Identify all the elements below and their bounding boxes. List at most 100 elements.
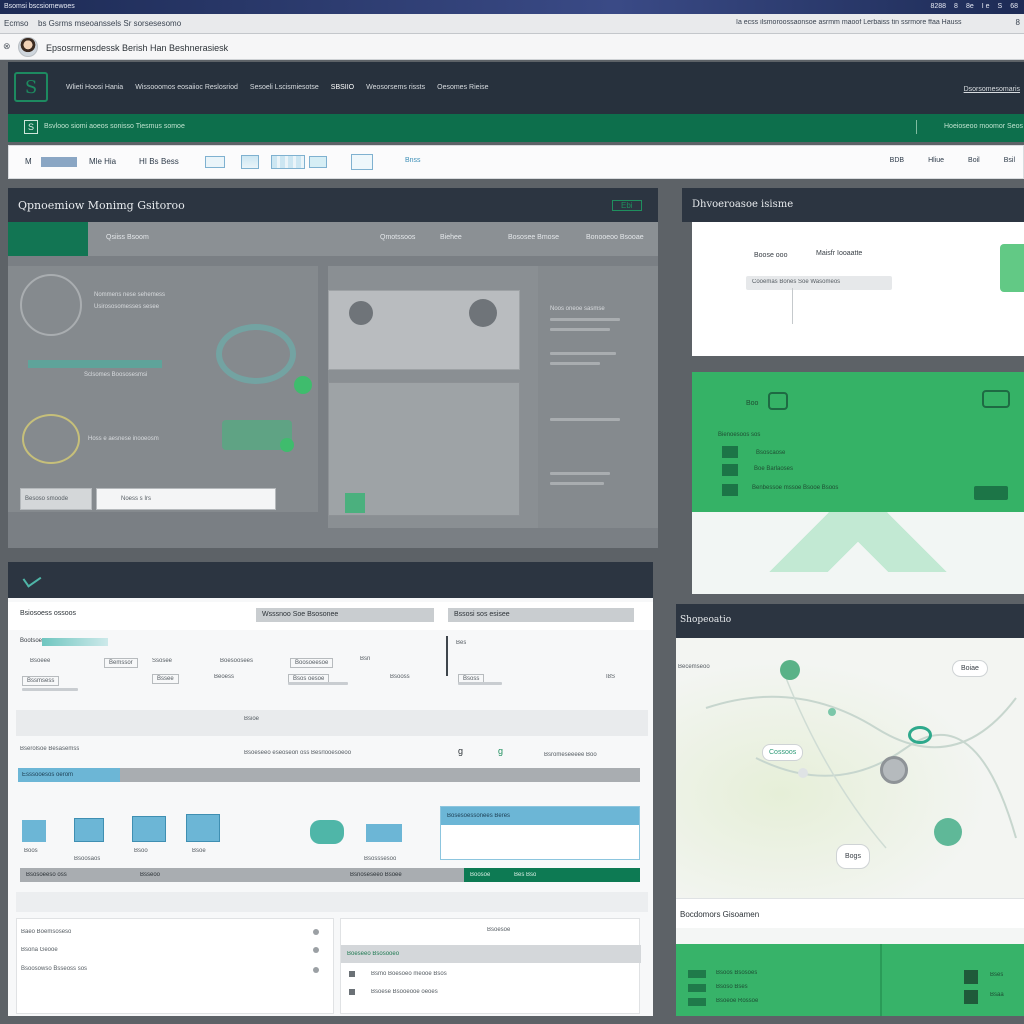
table-mid-icon[interactable]: g: [458, 746, 463, 756]
bottom-left-card: Baeo Boemsoseso Bsona Geooe Bsoosowso Bs…: [16, 918, 334, 1014]
os-indicator[interactable]: I e: [982, 3, 990, 10]
green-panel-icon[interactable]: [982, 390, 1010, 408]
toolbar-right-item[interactable]: Bsil: [1004, 157, 1015, 164]
monitor-input-left[interactable]: Besoso smoode: [20, 488, 92, 510]
table-tab[interactable]: Bes Bso: [514, 872, 536, 878]
monitor-card[interactable]: [328, 382, 520, 516]
table-tab[interactable]: Bsnoseseeo Bsoee: [350, 872, 402, 878]
gauge-icon[interactable]: [20, 274, 82, 336]
toolbar-item[interactable]: HI Bs: [139, 157, 159, 166]
toolbar-item[interactable]: Bnss: [405, 157, 421, 164]
green-panel-row-icon[interactable]: [722, 484, 738, 496]
tab-label[interactable]: Ecmso: [4, 19, 28, 28]
map-green-square-icon[interactable]: [964, 970, 978, 984]
map-pill[interactable]: Cossoos: [762, 744, 804, 761]
monitor-tab[interactable]: Bososee Bmose: [508, 234, 559, 241]
nav-item[interactable]: Wlieti Hoosi Hania: [66, 84, 123, 91]
card-icon[interactable]: [366, 824, 402, 842]
card-icon[interactable]: [310, 820, 344, 844]
header-action-link[interactable]: Dsorsomesomaris: [964, 86, 1020, 93]
table-cell: Bsn: [360, 656, 371, 662]
tab-url[interactable]: bs Gsrms mseoanssels Sr sorsesesomo: [38, 19, 181, 28]
monitor-tab[interactable]: Bonooeoo Bsooae: [586, 234, 644, 241]
table-cell: Bsoeee: [30, 658, 51, 664]
app-logo-icon[interactable]: S: [14, 72, 48, 102]
map-pin-icon[interactable]: [780, 660, 800, 680]
toolbar-item[interactable]: M: [25, 157, 32, 166]
map-area[interactable]: Becemseoo Boiae Cossoos Bogs: [676, 638, 1024, 898]
toolbar-right-item[interactable]: Boil: [968, 157, 980, 164]
right-top-green-button[interactable]: [1000, 244, 1024, 292]
map-pill[interactable]: Boiae: [952, 660, 988, 677]
nav-item[interactable]: Sesoeli Lscismiesotse: [250, 84, 319, 91]
nav-item[interactable]: Oesomes Rieise: [437, 84, 488, 91]
toolbar-right-item[interactable]: Hliue: [928, 157, 944, 164]
toolbar-item[interactable]: Bess: [161, 157, 179, 166]
card-icon[interactable]: [132, 816, 166, 842]
map-pill[interactable]: Bogs: [836, 844, 870, 869]
green-panel-row-icon[interactable]: [722, 464, 738, 476]
card-label: Bsoe: [192, 848, 206, 854]
green-panel-toggle[interactable]: [974, 486, 1008, 500]
blue-card[interactable]: Bosesoessonees Beres: [440, 806, 640, 860]
os-indicator[interactable]: 8: [954, 3, 958, 10]
bottom-left-dot[interactable]: [313, 967, 319, 973]
bottom-right-icon[interactable]: [349, 971, 355, 977]
monitor-tab[interactable]: Qmotssoos: [380, 234, 415, 241]
green-panel-icon[interactable]: [768, 392, 788, 410]
address-text[interactable]: Epsosrmensdessk Berish Han Beshnerasiesk: [46, 43, 228, 53]
monitor-tab[interactable]: Biehee: [440, 234, 462, 241]
map-green-row-icon[interactable]: [688, 984, 706, 992]
table-cell: Boosoeesoe: [290, 658, 334, 668]
bottom-left-dot[interactable]: [313, 947, 319, 953]
table-tab-active[interactable]: Boosoe Bes Bso: [464, 868, 640, 882]
table-blue-bar[interactable]: Esssooesos oerom: [18, 768, 120, 782]
table-mid-icon[interactable]: g: [498, 746, 503, 756]
map-pin-icon[interactable]: [934, 818, 962, 846]
toolbar-item[interactable]: Mle Hia: [89, 157, 116, 166]
toolbar-doc-icon[interactable]: [351, 154, 373, 170]
bottom-right-icon[interactable]: [349, 989, 355, 995]
table-tab[interactable]: Boosoe: [470, 872, 490, 878]
monitor-card[interactable]: [328, 290, 520, 370]
monitor-tab-label[interactable]: Qsiiss Bsoom: [106, 234, 149, 241]
toolbar-chart-icon[interactable]: [205, 156, 225, 168]
clock-icon[interactable]: [22, 414, 80, 464]
right-top-search[interactable]: Cooemas Bones Soe Wasomeos: [746, 276, 892, 290]
card-icon[interactable]: [186, 814, 220, 842]
map-green-divider: [880, 944, 882, 1016]
green-bar-logo-icon[interactable]: S: [24, 120, 38, 134]
toolbar-right-item[interactable]: BDB: [890, 157, 904, 164]
map-green-square-icon[interactable]: [964, 990, 978, 1004]
table-header-button[interactable]: Bssosi sos esisee: [448, 608, 634, 622]
card-icon[interactable]: [74, 818, 104, 842]
map-green-row-icon[interactable]: [688, 970, 706, 978]
nav-item[interactable]: SBSIIO: [331, 84, 354, 91]
tab-close-icon[interactable]: 8: [1016, 18, 1020, 27]
os-indicator[interactable]: 8288: [930, 3, 946, 10]
table-tab[interactable]: Bsosoeeso oss: [26, 872, 67, 878]
map-green-row-icon[interactable]: [688, 998, 706, 1006]
os-indicator[interactable]: S: [998, 3, 1003, 10]
green-panel-row-icon[interactable]: [722, 446, 738, 458]
os-indicator[interactable]: 68: [1010, 3, 1018, 10]
table-header-button[interactable]: Wsssnoo Soe Bsosonee: [256, 608, 434, 622]
toolbar-image-icon[interactable]: [241, 155, 259, 169]
bottom-left-dot[interactable]: [313, 929, 319, 935]
toolbar-folder-icon[interactable]: [309, 156, 327, 168]
monitor-tab-active[interactable]: [8, 222, 88, 256]
monitor-input-right[interactable]: Noess s Irs: [96, 488, 276, 510]
map-marker-icon[interactable]: [880, 756, 908, 784]
nav-item[interactable]: Weosorsems rissts: [366, 84, 425, 91]
monitor-panel-right[interactable]: Ebi: [612, 200, 642, 211]
toolbar-grid-icon[interactable]: [271, 155, 305, 169]
back-icon[interactable]: ⊗: [3, 41, 11, 52]
os-indicator[interactable]: 8e: [966, 3, 974, 10]
toolbar-bar-icon[interactable]: [41, 157, 77, 167]
check-icon[interactable]: [22, 570, 42, 588]
card-icon[interactable]: [22, 820, 46, 842]
nav-item[interactable]: Wissooomos eosaiioc Reslosriod: [135, 84, 238, 91]
avatar[interactable]: [18, 37, 38, 57]
table-tab[interactable]: Bsseoo: [140, 872, 160, 878]
map-pin-icon[interactable]: [908, 726, 932, 744]
